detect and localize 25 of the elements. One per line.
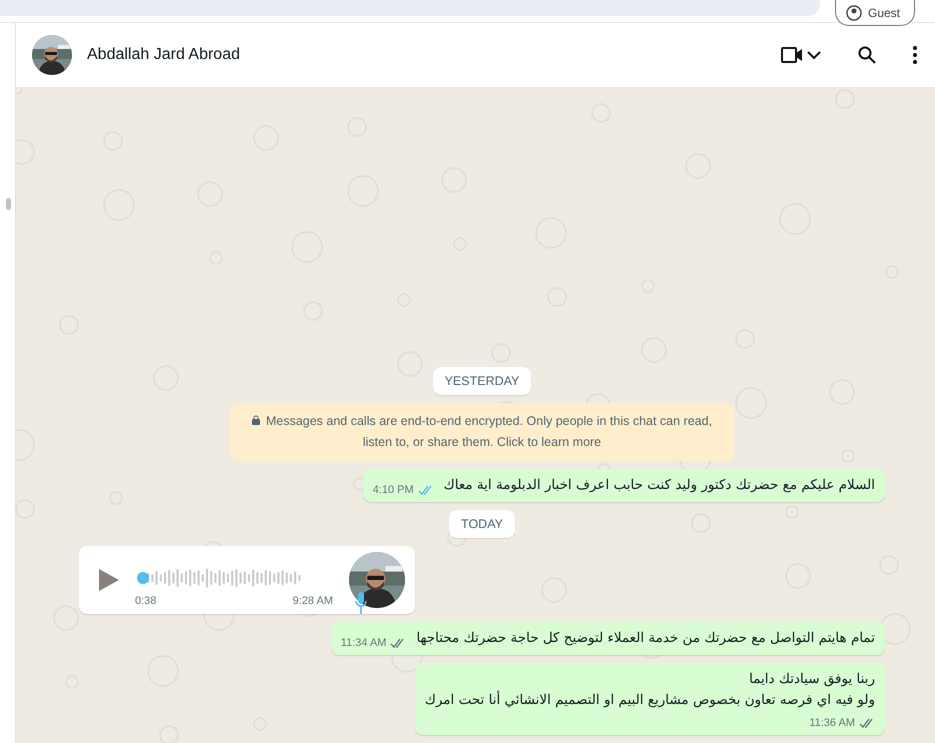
playback-thumb[interactable]	[137, 572, 149, 584]
guest-profile-button[interactable]: Guest	[834, 0, 915, 26]
message-time: 9:28 AM	[292, 595, 333, 607]
message-text: ربنا يوفق سيادتك دايما	[748, 670, 875, 689]
encryption-notice[interactable]: Messages and calls are end-to-end encrypted. Only people in this chat can read, listen to, or share them. Click to learn more	[230, 403, 734, 461]
message-text: ولو فيه اي فرصه تعاون بخصوص مشاريع البيم او التصميم الانشائي أنا تحت امرك	[424, 690, 875, 710]
date-label: TODAY	[449, 510, 515, 538]
message-text: تمام هايتم التواصل مع حضرتك من خدمة العملاء لتوضيح كل حاجة حضرتك محتاجها	[416, 629, 875, 648]
search-icon	[858, 46, 876, 64]
scrollbar-thumb[interactable]	[6, 198, 11, 210]
more-options-icon	[913, 46, 917, 64]
message-time: 11:36 AM	[809, 717, 855, 729]
play-button[interactable]	[99, 569, 119, 591]
chevron-down-icon	[807, 50, 821, 60]
lock-icon	[252, 415, 260, 425]
profile-icon	[846, 4, 862, 20]
contact-name[interactable]: Abdallah Jard Abroad	[87, 46, 748, 64]
video-camera-icon	[781, 47, 803, 63]
message-time: 4:10 PM	[372, 484, 414, 496]
microphone-icon	[355, 592, 367, 614]
date-label: YESTERDAY	[432, 367, 532, 395]
voice-duration: 0:38	[135, 595, 156, 607]
play-icon	[99, 569, 119, 591]
message-text: السلام عليكم مع حضرتك دكتور وليد كنت حابب اعرف اخبار الدبلومة اية معاك	[444, 476, 875, 495]
message-time: 11:34 AM	[340, 637, 386, 649]
